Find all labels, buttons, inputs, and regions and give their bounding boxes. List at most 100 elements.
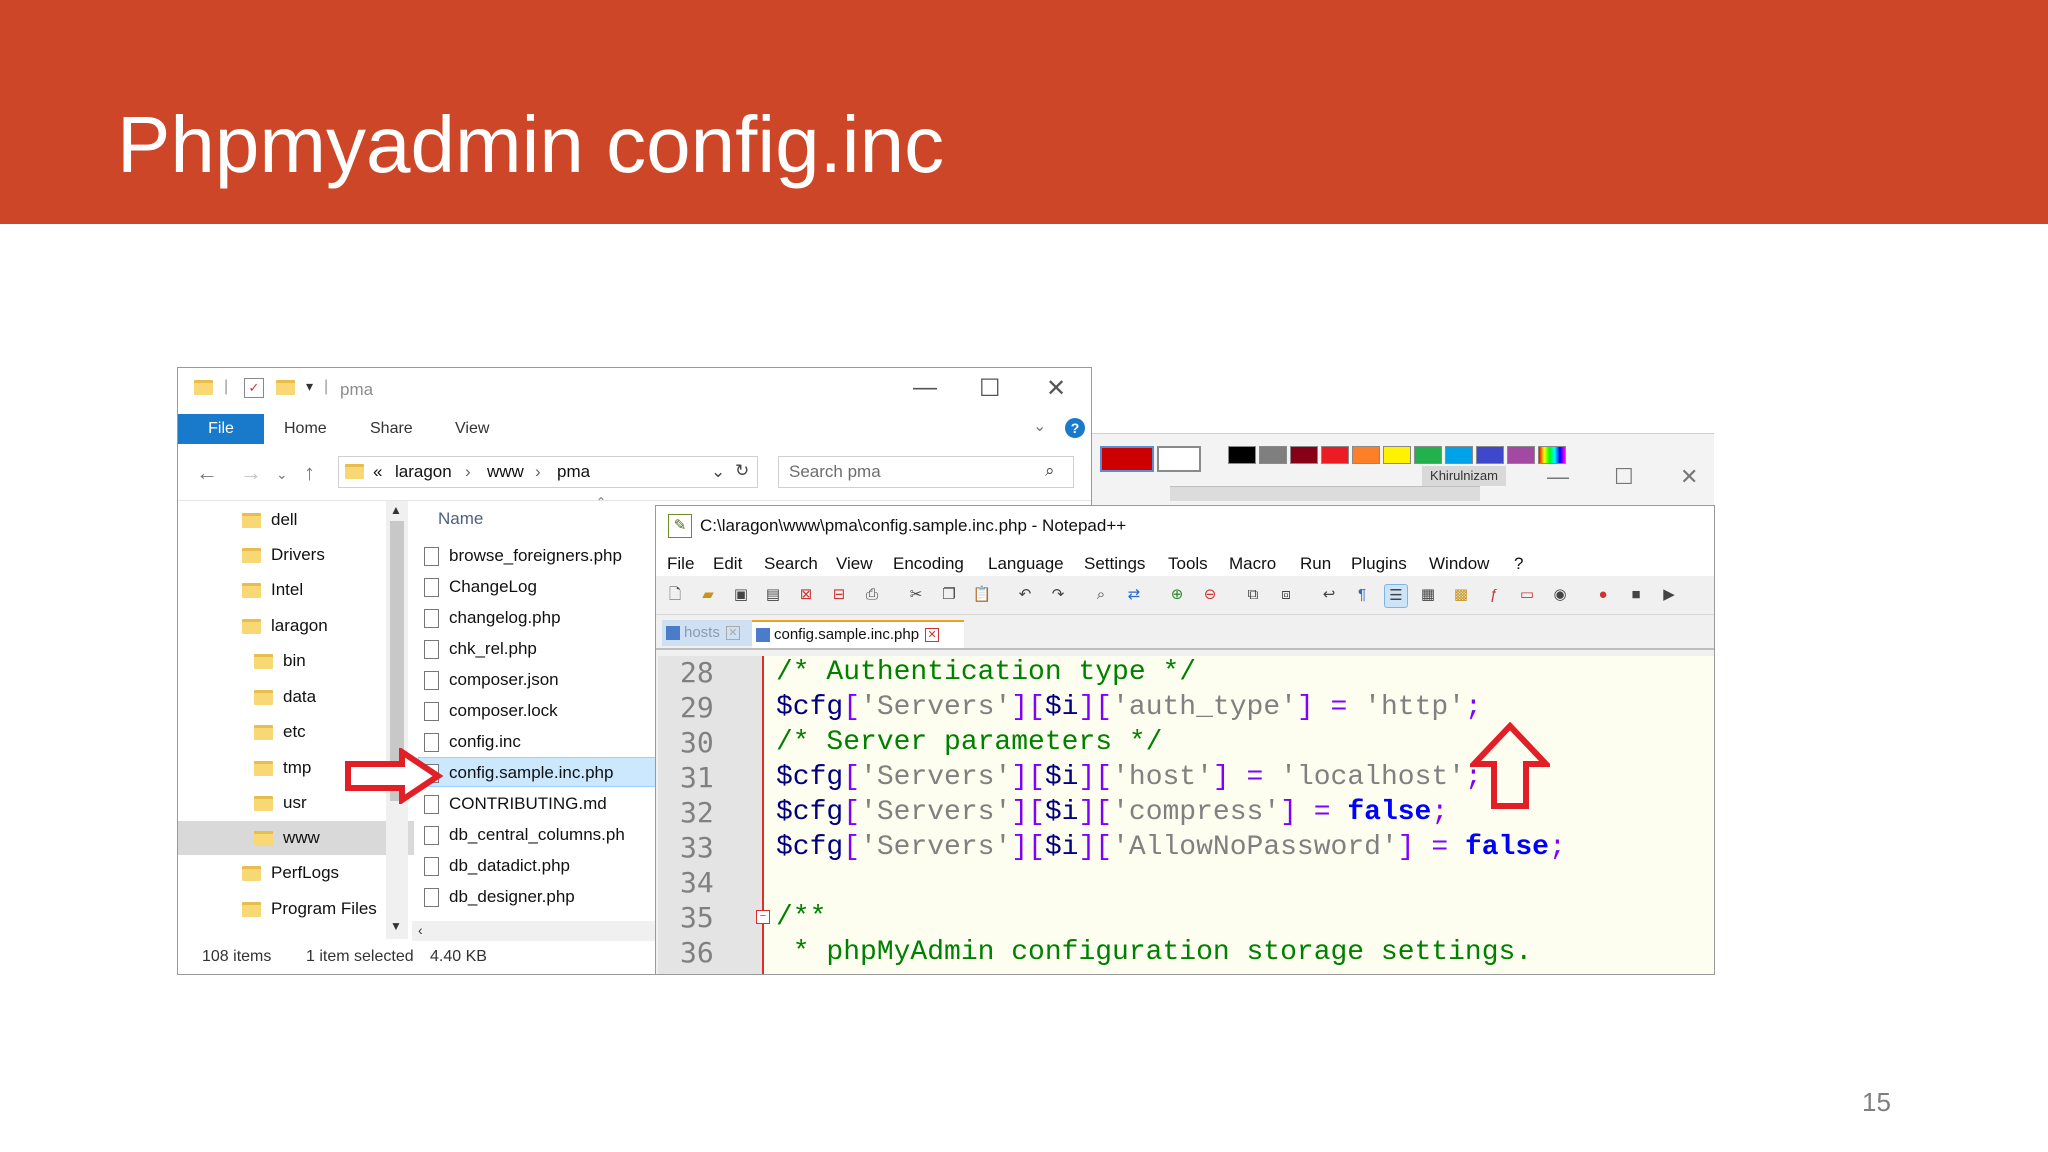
- code-editor[interactable]: 28 29 30 31 32 33 34 35 36 − /* Authenti…: [658, 656, 1714, 974]
- quick-access-dropdown-icon[interactable]: ▾: [306, 378, 313, 395]
- secondary-color-swatch[interactable]: [1157, 446, 1201, 472]
- save-all-icon[interactable]: ▤: [762, 584, 784, 606]
- redo-icon[interactable]: ↷: [1047, 584, 1069, 606]
- tree-item-drivers[interactable]: Drivers: [242, 540, 325, 570]
- recent-locations-icon[interactable]: ⌄: [276, 466, 288, 483]
- breadcrumb-pma[interactable]: pma: [557, 462, 590, 482]
- word-wrap-icon[interactable]: ↩: [1318, 584, 1340, 606]
- new-file-icon[interactable]: 🗋: [664, 584, 686, 606]
- close-icon[interactable]: ✕: [1680, 464, 1698, 490]
- forward-arrow-icon[interactable]: →: [240, 460, 262, 486]
- menu-language[interactable]: Language: [988, 554, 1064, 574]
- palette-swatch[interactable]: [1445, 446, 1473, 464]
- list-item[interactable]: ChangeLog: [424, 572, 537, 602]
- palette-swatch[interactable]: [1228, 446, 1256, 464]
- record-macro-icon[interactable]: ●: [1592, 584, 1614, 606]
- undo-icon[interactable]: ↶: [1014, 584, 1036, 606]
- menu-view[interactable]: View: [836, 554, 873, 574]
- tree-item-bin[interactable]: bin: [254, 646, 306, 676]
- navigation-scrollbar[interactable]: ▲ ▼: [386, 501, 408, 939]
- list-item[interactable]: db_designer.php: [424, 882, 575, 912]
- tree-item-laragon[interactable]: laragon: [242, 611, 328, 641]
- find-icon[interactable]: ⌕: [1090, 584, 1112, 606]
- tab-view[interactable]: View: [455, 420, 489, 438]
- sync-horizontal-icon[interactable]: ⧈: [1275, 584, 1297, 606]
- save-icon[interactable]: ▣: [730, 584, 752, 606]
- edit-colors-swatch[interactable]: [1538, 446, 1566, 464]
- list-item[interactable]: composer.json: [424, 665, 559, 695]
- palette-swatch[interactable]: [1476, 446, 1504, 464]
- list-item-selected[interactable]: config.sample.inc.php: [424, 758, 613, 788]
- scroll-down-icon[interactable]: ▼: [390, 919, 402, 933]
- tree-item-intel[interactable]: Intel: [242, 575, 303, 605]
- indent-guide-icon[interactable]: ☰: [1384, 584, 1408, 608]
- tree-item-program-files[interactable]: Program Files: [242, 894, 377, 924]
- palette-swatch[interactable]: [1507, 446, 1535, 464]
- list-item[interactable]: changelog.php: [424, 603, 561, 633]
- tree-item-data[interactable]: data: [254, 682, 316, 712]
- play-macro-icon[interactable]: ▶: [1658, 584, 1680, 606]
- palette-swatch[interactable]: [1321, 446, 1349, 464]
- menu-edit[interactable]: Edit: [713, 554, 742, 574]
- menu-search[interactable]: Search: [764, 554, 818, 574]
- tree-item-dell[interactable]: dell: [242, 505, 297, 535]
- tree-item-www[interactable]: www: [254, 823, 320, 853]
- close-icon[interactable]: ✕: [1046, 374, 1066, 403]
- close-all-icon[interactable]: ⊟: [828, 584, 850, 606]
- list-item[interactable]: CONTRIBUTING.md: [424, 789, 607, 819]
- address-bar[interactable]: « laragon › www › pma ⌄ ↻: [338, 456, 758, 488]
- list-item[interactable]: browse_foreigners.php: [424, 541, 622, 571]
- menu-plugins[interactable]: Plugins: [1351, 554, 1407, 574]
- maximize-icon[interactable]: ☐: [1614, 464, 1634, 490]
- breadcrumb-overflow[interactable]: «: [373, 462, 382, 482]
- function-list-icon[interactable]: ƒ: [1483, 584, 1505, 606]
- palette-swatch[interactable]: [1383, 446, 1411, 464]
- menu-help[interactable]: ?: [1514, 554, 1523, 574]
- tree-item-perflogs[interactable]: PerfLogs: [242, 858, 339, 888]
- list-item[interactable]: composer.lock: [424, 696, 558, 726]
- copy-icon[interactable]: ❐: [938, 584, 960, 606]
- menu-window[interactable]: Window: [1429, 554, 1489, 574]
- print-icon[interactable]: ⎙: [861, 584, 883, 606]
- refresh-icon[interactable]: ↻: [735, 461, 749, 481]
- list-item[interactable]: db_datadict.php: [424, 851, 570, 881]
- menu-file[interactable]: File: [667, 554, 694, 574]
- up-arrow-icon[interactable]: ↑: [304, 460, 315, 486]
- user-language-icon[interactable]: ▦: [1417, 584, 1439, 606]
- chevron-down-icon[interactable]: ⌄: [1033, 416, 1046, 436]
- address-dropdown-icon[interactable]: ⌄: [711, 462, 725, 482]
- palette-swatch[interactable]: [1259, 446, 1287, 464]
- tab-share[interactable]: Share: [370, 420, 413, 438]
- tab-home[interactable]: Home: [284, 420, 327, 438]
- folder-as-workspace-icon[interactable]: ▭: [1516, 584, 1538, 606]
- palette-swatch[interactable]: [1414, 446, 1442, 464]
- list-item[interactable]: chk_rel.php: [424, 634, 537, 664]
- document-map-icon[interactable]: ▩: [1450, 584, 1472, 606]
- breadcrumb-laragon[interactable]: laragon: [395, 462, 452, 482]
- menu-encoding[interactable]: Encoding: [893, 554, 964, 574]
- tree-item-tmp[interactable]: tmp: [254, 753, 311, 783]
- minimize-icon[interactable]: —: [913, 374, 937, 402]
- monitoring-icon[interactable]: ◉: [1549, 584, 1571, 606]
- stop-macro-icon[interactable]: ■: [1625, 584, 1647, 606]
- show-all-characters-icon[interactable]: ¶: [1351, 584, 1373, 606]
- help-icon[interactable]: ?: [1065, 418, 1085, 438]
- close-tab-icon[interactable]: ✕: [925, 628, 940, 643]
- menu-run[interactable]: Run: [1300, 554, 1331, 574]
- back-arrow-icon[interactable]: ←: [196, 460, 218, 486]
- tree-item-etc[interactable]: etc: [254, 717, 306, 747]
- tab-file[interactable]: File: [178, 414, 264, 444]
- search-icon[interactable]: ⌕: [1045, 461, 1055, 481]
- tab-config-sample[interactable]: config.sample.inc.php ✕: [752, 620, 964, 648]
- properties-icon[interactable]: ✓: [244, 378, 264, 398]
- minimize-icon[interactable]: —: [1547, 464, 1569, 490]
- close-tab-icon[interactable]: ✕: [725, 626, 740, 641]
- column-header-name[interactable]: Name: [438, 509, 483, 529]
- paste-icon[interactable]: 📋: [971, 584, 993, 606]
- palette-swatch[interactable]: [1352, 446, 1380, 464]
- menu-tools[interactable]: Tools: [1168, 554, 1208, 574]
- cut-icon[interactable]: ✂: [905, 584, 927, 606]
- replace-icon[interactable]: ⇄: [1123, 584, 1145, 606]
- breadcrumb-www[interactable]: www: [487, 462, 524, 482]
- zoom-out-icon[interactable]: ⊖: [1199, 584, 1221, 606]
